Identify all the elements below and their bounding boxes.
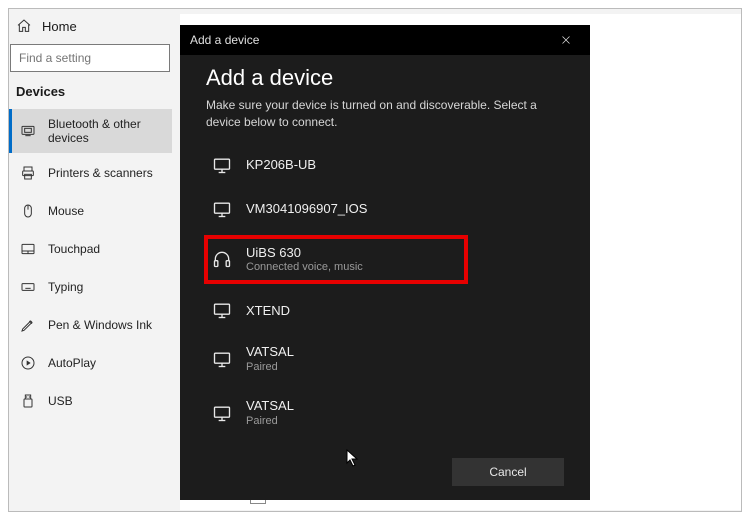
- sidebar-item-autoplay[interactable]: AutoPlay: [8, 345, 172, 381]
- device-name: XTEND: [246, 303, 290, 319]
- sidebar-item-touchpad[interactable]: Touchpad: [8, 231, 172, 267]
- device-item[interactable]: VATSAL Paired: [206, 338, 564, 380]
- dialog-titlebar: Add a device: [180, 25, 590, 55]
- headphones-icon: [212, 249, 232, 269]
- printer-icon: [20, 165, 36, 181]
- device-list: KP206B-UB VM3041096907_IOS: [206, 149, 564, 450]
- dialog-titlebar-text: Add a device: [190, 33, 259, 47]
- display-icon: [212, 403, 232, 423]
- touchpad-icon: [20, 241, 36, 257]
- keyboard-icon: [20, 279, 36, 295]
- device-status: Paired: [246, 361, 294, 374]
- sidebar-item-label: Typing: [48, 280, 83, 294]
- device-item[interactable]: KP206B-UB: [206, 149, 564, 181]
- device-name: VM3041096907_IOS: [246, 201, 367, 217]
- cancel-button[interactable]: Cancel: [452, 458, 564, 486]
- display-icon: [212, 300, 232, 320]
- device-name: VATSAL: [246, 344, 294, 360]
- sidebar-item-printers[interactable]: Printers & scanners: [8, 155, 172, 191]
- device-item-highlighted[interactable]: UiBS 630 Connected voice, music: [206, 237, 466, 283]
- device-name: UiBS 630: [246, 245, 363, 261]
- sidebar-home[interactable]: Home: [8, 14, 172, 44]
- device-name: KP206B-UB: [246, 157, 316, 173]
- display-icon: [212, 155, 232, 175]
- sidebar-item-label: Mouse: [48, 204, 84, 218]
- sidebar-item-label: Bluetooth & other devices: [48, 117, 166, 145]
- sidebar-item-label: Touchpad: [48, 242, 100, 256]
- display-icon: [212, 199, 232, 219]
- settings-sidebar: Home Devices Bluetooth & other devices P…: [8, 14, 172, 510]
- device-item[interactable]: VATSAL Paired: [206, 392, 564, 434]
- sidebar-item-typing[interactable]: Typing: [8, 269, 172, 305]
- dialog-heading: Add a device: [206, 65, 564, 91]
- sidebar-item-pen[interactable]: Pen & Windows Ink: [8, 307, 172, 343]
- device-status: Connected voice, music: [246, 261, 363, 274]
- bluetooth-icon: [20, 123, 36, 139]
- display-icon: [212, 349, 232, 369]
- device-item[interactable]: XTEND: [206, 294, 564, 326]
- sidebar-item-label: AutoPlay: [48, 356, 96, 370]
- sidebar-item-mouse[interactable]: Mouse: [8, 193, 172, 229]
- sidebar-home-label: Home: [42, 19, 77, 34]
- sidebar-item-bluetooth[interactable]: Bluetooth & other devices: [8, 109, 172, 153]
- usb-icon: [20, 393, 36, 409]
- sidebar-item-label: Pen & Windows Ink: [48, 318, 152, 332]
- sidebar-item-usb[interactable]: USB: [8, 383, 172, 419]
- add-device-dialog: Add a device Add a device Make sure your…: [180, 25, 590, 500]
- search-input-container[interactable]: [10, 44, 170, 72]
- autoplay-icon: [20, 355, 36, 371]
- dialog-close-button[interactable]: [552, 26, 580, 54]
- device-name: VATSAL: [246, 398, 294, 414]
- device-status: Paired: [246, 415, 294, 428]
- pen-icon: [20, 317, 36, 333]
- sidebar-section-header: Devices: [8, 84, 172, 109]
- search-input[interactable]: [19, 51, 161, 65]
- sidebar-item-label: Printers & scanners: [48, 166, 153, 180]
- home-icon: [16, 18, 32, 34]
- mouse-icon: [20, 203, 36, 219]
- sidebar-item-label: USB: [48, 394, 73, 408]
- device-item[interactable]: VM3041096907_IOS: [206, 193, 564, 225]
- dialog-subtext: Make sure your device is turned on and d…: [206, 97, 564, 131]
